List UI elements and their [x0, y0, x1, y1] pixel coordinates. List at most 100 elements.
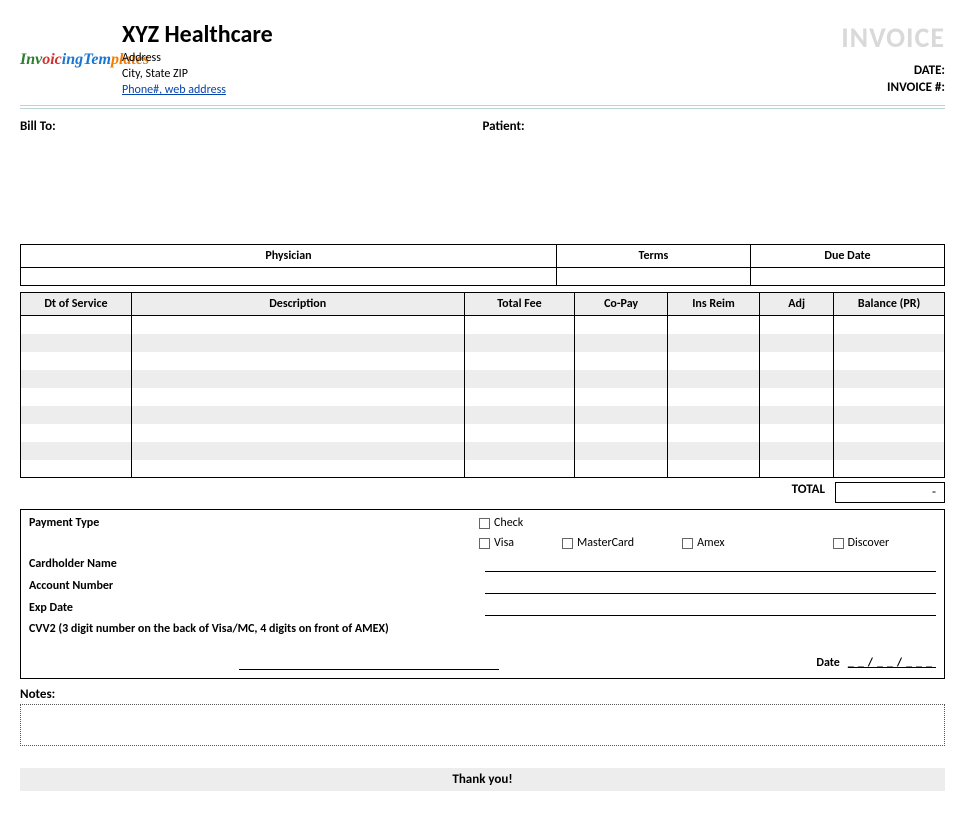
cell-desc[interactable]	[131, 352, 464, 370]
cell-desc[interactable]	[131, 406, 464, 424]
cell-fee[interactable]	[464, 388, 575, 406]
items-header-adj: Adj	[760, 293, 834, 316]
cell-fee[interactable]	[464, 460, 575, 478]
cell-bal[interactable]	[834, 388, 945, 406]
invoice-meta: DATE: INVOICE #:	[887, 63, 945, 97]
payment-opt-discover[interactable]: Discover	[833, 536, 890, 550]
cell-bal[interactable]	[834, 442, 945, 460]
checkbox-icon[interactable]	[833, 538, 844, 549]
cell-desc[interactable]	[131, 370, 464, 388]
cell-desc[interactable]	[131, 388, 464, 406]
cell-fee[interactable]	[464, 424, 575, 442]
cell-bal[interactable]	[834, 316, 945, 334]
cardholder-field[interactable]	[485, 556, 936, 572]
cell-copay[interactable]	[575, 388, 667, 406]
notes-field[interactable]	[20, 704, 945, 746]
cell-bal[interactable]	[834, 352, 945, 370]
cell-copay[interactable]	[575, 460, 667, 478]
cell-fee[interactable]	[464, 334, 575, 352]
cell-adj[interactable]	[760, 334, 834, 352]
cell-copay[interactable]	[575, 370, 667, 388]
payment-opt-mastercard[interactable]: MasterCard	[562, 536, 634, 550]
cell-dt[interactable]	[21, 316, 132, 334]
cell-copay[interactable]	[575, 334, 667, 352]
total-row: TOTAL -	[20, 482, 945, 503]
cell-ins[interactable]	[667, 370, 759, 388]
payment-opt-check[interactable]: Check	[479, 516, 523, 530]
cell-desc[interactable]	[131, 460, 464, 478]
summary-value-physician[interactable]	[21, 268, 557, 286]
cell-ins[interactable]	[667, 442, 759, 460]
cell-desc[interactable]	[131, 424, 464, 442]
cell-ins[interactable]	[667, 334, 759, 352]
company-info: XYZ Healthcare Address City, State ZIP P…	[122, 20, 945, 97]
cell-adj[interactable]	[760, 352, 834, 370]
cell-bal[interactable]	[834, 460, 945, 478]
cell-ins[interactable]	[667, 406, 759, 424]
account-field[interactable]	[485, 578, 936, 594]
cell-dt[interactable]	[21, 334, 132, 352]
cell-fee[interactable]	[464, 370, 575, 388]
cell-ins[interactable]	[667, 352, 759, 370]
cell-copay[interactable]	[575, 424, 667, 442]
cell-adj[interactable]	[760, 406, 834, 424]
cell-adj[interactable]	[760, 388, 834, 406]
checkbox-icon[interactable]	[562, 538, 573, 549]
logo: InvoicingTemplates	[20, 40, 110, 80]
cell-dt[interactable]	[21, 370, 132, 388]
cell-bal[interactable]	[834, 406, 945, 424]
payment-opt-amex[interactable]: Amex	[682, 536, 725, 550]
cell-dt[interactable]	[21, 424, 132, 442]
payment-type-label: Payment Type	[29, 516, 479, 530]
payment-date-label: Date	[816, 656, 839, 670]
signature-line[interactable]	[239, 654, 499, 670]
checkbox-icon[interactable]	[479, 518, 490, 529]
checkbox-icon[interactable]	[682, 538, 693, 549]
cell-fee[interactable]	[464, 316, 575, 334]
cell-copay[interactable]	[575, 316, 667, 334]
patient-label: Patient:	[483, 119, 525, 134]
cell-copay[interactable]	[575, 442, 667, 460]
account-label: Account Number	[29, 579, 479, 593]
cell-fee[interactable]	[464, 406, 575, 424]
cell-bal[interactable]	[834, 370, 945, 388]
company-contact-link[interactable]: Phone#, web address	[122, 83, 226, 97]
cell-ins[interactable]	[667, 316, 759, 334]
checkbox-icon[interactable]	[479, 538, 490, 549]
cell-desc[interactable]	[131, 334, 464, 352]
cell-ins[interactable]	[667, 388, 759, 406]
cell-desc[interactable]	[131, 442, 464, 460]
cell-bal[interactable]	[834, 424, 945, 442]
exp-field[interactable]	[485, 600, 936, 616]
cell-adj[interactable]	[760, 370, 834, 388]
items-table: Dt of Service Description Total Fee Co-P…	[20, 292, 945, 478]
cell-copay[interactable]	[575, 352, 667, 370]
total-label: TOTAL	[792, 482, 825, 503]
cell-adj[interactable]	[760, 460, 834, 478]
table-row	[21, 352, 945, 370]
invoice-title: INVOICE	[841, 20, 945, 55]
cell-fee[interactable]	[464, 352, 575, 370]
cell-bal[interactable]	[834, 334, 945, 352]
items-header-dt: Dt of Service	[21, 293, 132, 316]
cell-adj[interactable]	[760, 424, 834, 442]
cell-copay[interactable]	[575, 406, 667, 424]
cell-dt[interactable]	[21, 388, 132, 406]
payment-date-field[interactable]: __/__/___	[848, 656, 936, 670]
cell-dt[interactable]	[21, 442, 132, 460]
cell-ins[interactable]	[667, 460, 759, 478]
footer-thankyou: Thank you!	[20, 768, 945, 791]
cell-dt[interactable]	[21, 406, 132, 424]
cell-dt[interactable]	[21, 460, 132, 478]
cell-desc[interactable]	[131, 316, 464, 334]
payment-opt-visa[interactable]: Visa	[479, 536, 514, 550]
cell-dt[interactable]	[21, 352, 132, 370]
table-row	[21, 334, 945, 352]
cell-ins[interactable]	[667, 424, 759, 442]
cell-adj[interactable]	[760, 442, 834, 460]
cell-fee[interactable]	[464, 442, 575, 460]
summary-value-terms[interactable]	[556, 268, 750, 286]
summary-value-duedate[interactable]	[750, 268, 944, 286]
cell-adj[interactable]	[760, 316, 834, 334]
company-address-1: Address	[122, 51, 945, 67]
